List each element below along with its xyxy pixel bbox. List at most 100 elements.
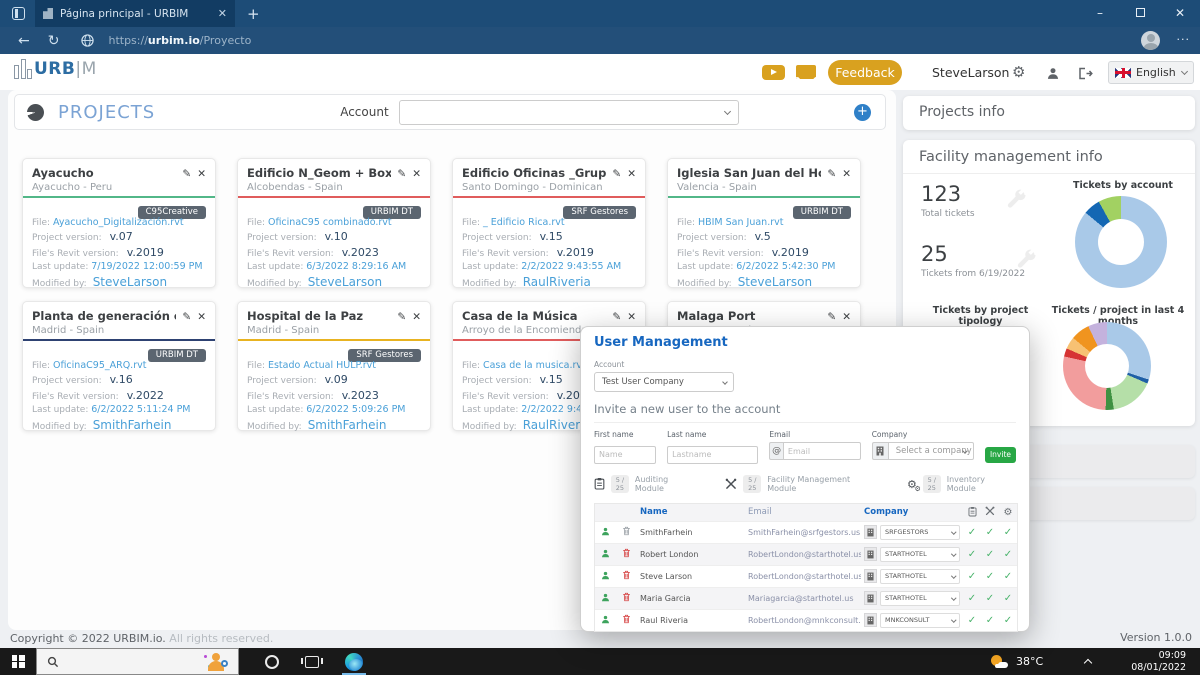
- weather-icon[interactable]: [991, 655, 1009, 668]
- check-icon[interactable]: ✓: [981, 549, 999, 560]
- close-window-button[interactable]: ✕: [1160, 0, 1200, 27]
- user-icon[interactable]: [1046, 67, 1060, 80]
- project-card[interactable]: Edificio N_Geom + Boxes Alcobendas - Spai…: [237, 158, 431, 289]
- tray-expand-icon[interactable]: [1083, 658, 1093, 668]
- user-icon[interactable]: [595, 593, 615, 604]
- user-row: Steve Larson RobertLondon@starthotel.us …: [595, 564, 1017, 587]
- check-icon[interactable]: ✓: [963, 593, 981, 604]
- edit-icon[interactable]: ✎: [397, 311, 406, 336]
- check-icon[interactable]: ✓: [981, 593, 999, 604]
- check-icon[interactable]: ✓: [963, 571, 981, 582]
- close-icon[interactable]: ✕: [412, 311, 421, 336]
- urbim-logo[interactable]: URB|M: [14, 59, 97, 79]
- check-icon[interactable]: ✓: [981, 615, 999, 626]
- trash-icon[interactable]: [615, 614, 637, 626]
- invite-button[interactable]: Invite: [984, 446, 1016, 463]
- check-icon[interactable]: ✓: [963, 527, 981, 538]
- total-tickets-stat: 123 Total tickets: [921, 182, 975, 219]
- logout-icon[interactable]: [1078, 67, 1093, 80]
- check-icon[interactable]: ✓: [963, 615, 981, 626]
- youtube-icon[interactable]: [762, 65, 785, 80]
- user-icon[interactable]: [595, 549, 615, 560]
- close-icon[interactable]: ✕: [627, 168, 636, 193]
- url-bar[interactable]: https://urbim.io/Proyecto: [108, 34, 251, 47]
- trash-icon[interactable]: [615, 548, 637, 560]
- close-icon[interactable]: ✕: [197, 311, 206, 336]
- check-icon[interactable]: ✓: [999, 615, 1017, 626]
- check-icon[interactable]: ✓: [981, 527, 999, 538]
- edit-icon[interactable]: ✎: [612, 168, 621, 193]
- cortana-icon[interactable]: [265, 654, 279, 669]
- project-title: Hospital de la Paz: [247, 309, 364, 323]
- browser-tab[interactable]: Página principal - URBIM ✕: [35, 0, 235, 27]
- check-icon[interactable]: ✓: [999, 527, 1017, 538]
- add-project-button[interactable]: +: [854, 103, 871, 121]
- url-scheme: https://: [108, 34, 148, 47]
- user-company-select[interactable]: MNKCONSULT: [880, 612, 960, 628]
- trash-icon[interactable]: [615, 570, 637, 582]
- facility-module-stat: 5 / 25 Facility Management Module: [725, 475, 881, 494]
- account-select[interactable]: [398, 99, 739, 125]
- taskbar-clock[interactable]: 09:09 08/01/2022: [1131, 650, 1186, 674]
- refresh-icon[interactable]: ↻: [48, 33, 60, 49]
- last-update-value: 6/2/2022 5:42:30 PM: [736, 261, 836, 272]
- browser-menu-icon[interactable]: ···: [1177, 33, 1191, 46]
- header-company[interactable]: Company: [861, 507, 963, 517]
- user-icon[interactable]: [595, 615, 615, 626]
- check-icon[interactable]: ✓: [981, 571, 999, 582]
- user-icon[interactable]: [595, 571, 615, 582]
- settings-gear-icon[interactable]: ⚙: [1012, 63, 1025, 81]
- last-name-input[interactable]: [667, 445, 759, 464]
- browser-profile-avatar[interactable]: [1141, 31, 1160, 50]
- language-selector[interactable]: English: [1108, 61, 1194, 84]
- projects-info-panel[interactable]: Projects info: [903, 96, 1195, 130]
- check-icon[interactable]: ✓: [999, 549, 1017, 560]
- minimize-button[interactable]: –: [1080, 0, 1120, 27]
- close-icon[interactable]: ✕: [412, 168, 421, 193]
- browser-titlebar: Página principal - URBIM ✕ + – ✕: [0, 0, 1200, 27]
- check-icon[interactable]: ✓: [999, 571, 1017, 582]
- project-card[interactable]: Planta de generación eléctrica Madrid - S…: [22, 301, 216, 432]
- close-icon[interactable]: ✕: [197, 168, 206, 193]
- project-card[interactable]: Iglesia San Juan del Hospital Valencia - …: [667, 158, 861, 289]
- site-favicon: [43, 8, 53, 19]
- user-icon[interactable]: [595, 527, 615, 538]
- close-icon[interactable]: ✕: [842, 168, 851, 193]
- taskbar-search[interactable]: [36, 648, 239, 675]
- user-company-select[interactable]: STARTHOTEL: [880, 546, 960, 562]
- feedback-button[interactable]: Feedback: [828, 60, 902, 85]
- user-company-select[interactable]: SRFGESTORS: [880, 524, 960, 540]
- module-count: 5 / 25: [922, 475, 941, 493]
- mail-icon[interactable]: [796, 65, 816, 79]
- tab-close-icon[interactable]: ✕: [218, 7, 227, 20]
- check-icon[interactable]: ✓: [999, 593, 1017, 604]
- edit-icon[interactable]: ✎: [182, 311, 191, 336]
- header-name[interactable]: Name: [637, 507, 745, 517]
- user-company-select[interactable]: STARTHOTEL: [880, 568, 960, 584]
- edge-browser-icon[interactable]: [342, 648, 366, 675]
- task-view-icon[interactable]: [301, 655, 323, 668]
- revit-version-value: v.2019: [771, 245, 809, 259]
- maximize-button[interactable]: [1120, 0, 1160, 27]
- email-input[interactable]: [782, 442, 861, 460]
- user-company-select[interactable]: STARTHOTEL: [880, 590, 960, 606]
- trash-icon[interactable]: [615, 526, 637, 538]
- project-card[interactable]: Hospital de la Paz Madrid - Spain ✎ ✕ SRF …: [237, 301, 431, 432]
- start-button[interactable]: [0, 655, 36, 668]
- edit-icon[interactable]: ✎: [182, 168, 191, 193]
- edit-icon[interactable]: ✎: [397, 168, 406, 193]
- header-email[interactable]: Email: [745, 507, 861, 517]
- temperature-label[interactable]: 38°C: [1016, 655, 1043, 668]
- project-card[interactable]: Edificio Oficinas _Grupo Rica Santo Domin…: [452, 158, 646, 289]
- modal-account-select[interactable]: Test User Company: [594, 372, 734, 392]
- first-name-input[interactable]: [594, 445, 657, 464]
- trash-icon[interactable]: [615, 592, 637, 604]
- first-name-group: First name: [594, 430, 657, 464]
- back-icon[interactable]: ←: [18, 33, 30, 49]
- tab-actions-icon[interactable]: [12, 7, 25, 20]
- check-icon[interactable]: ✓: [963, 549, 981, 560]
- new-tab-button[interactable]: +: [247, 5, 260, 23]
- company-select[interactable]: Select a company: [887, 442, 974, 460]
- project-card[interactable]: Ayacucho Ayacucho - Peru ✎ ✕ C95Creative F…: [22, 158, 216, 289]
- edit-icon[interactable]: ✎: [827, 168, 836, 193]
